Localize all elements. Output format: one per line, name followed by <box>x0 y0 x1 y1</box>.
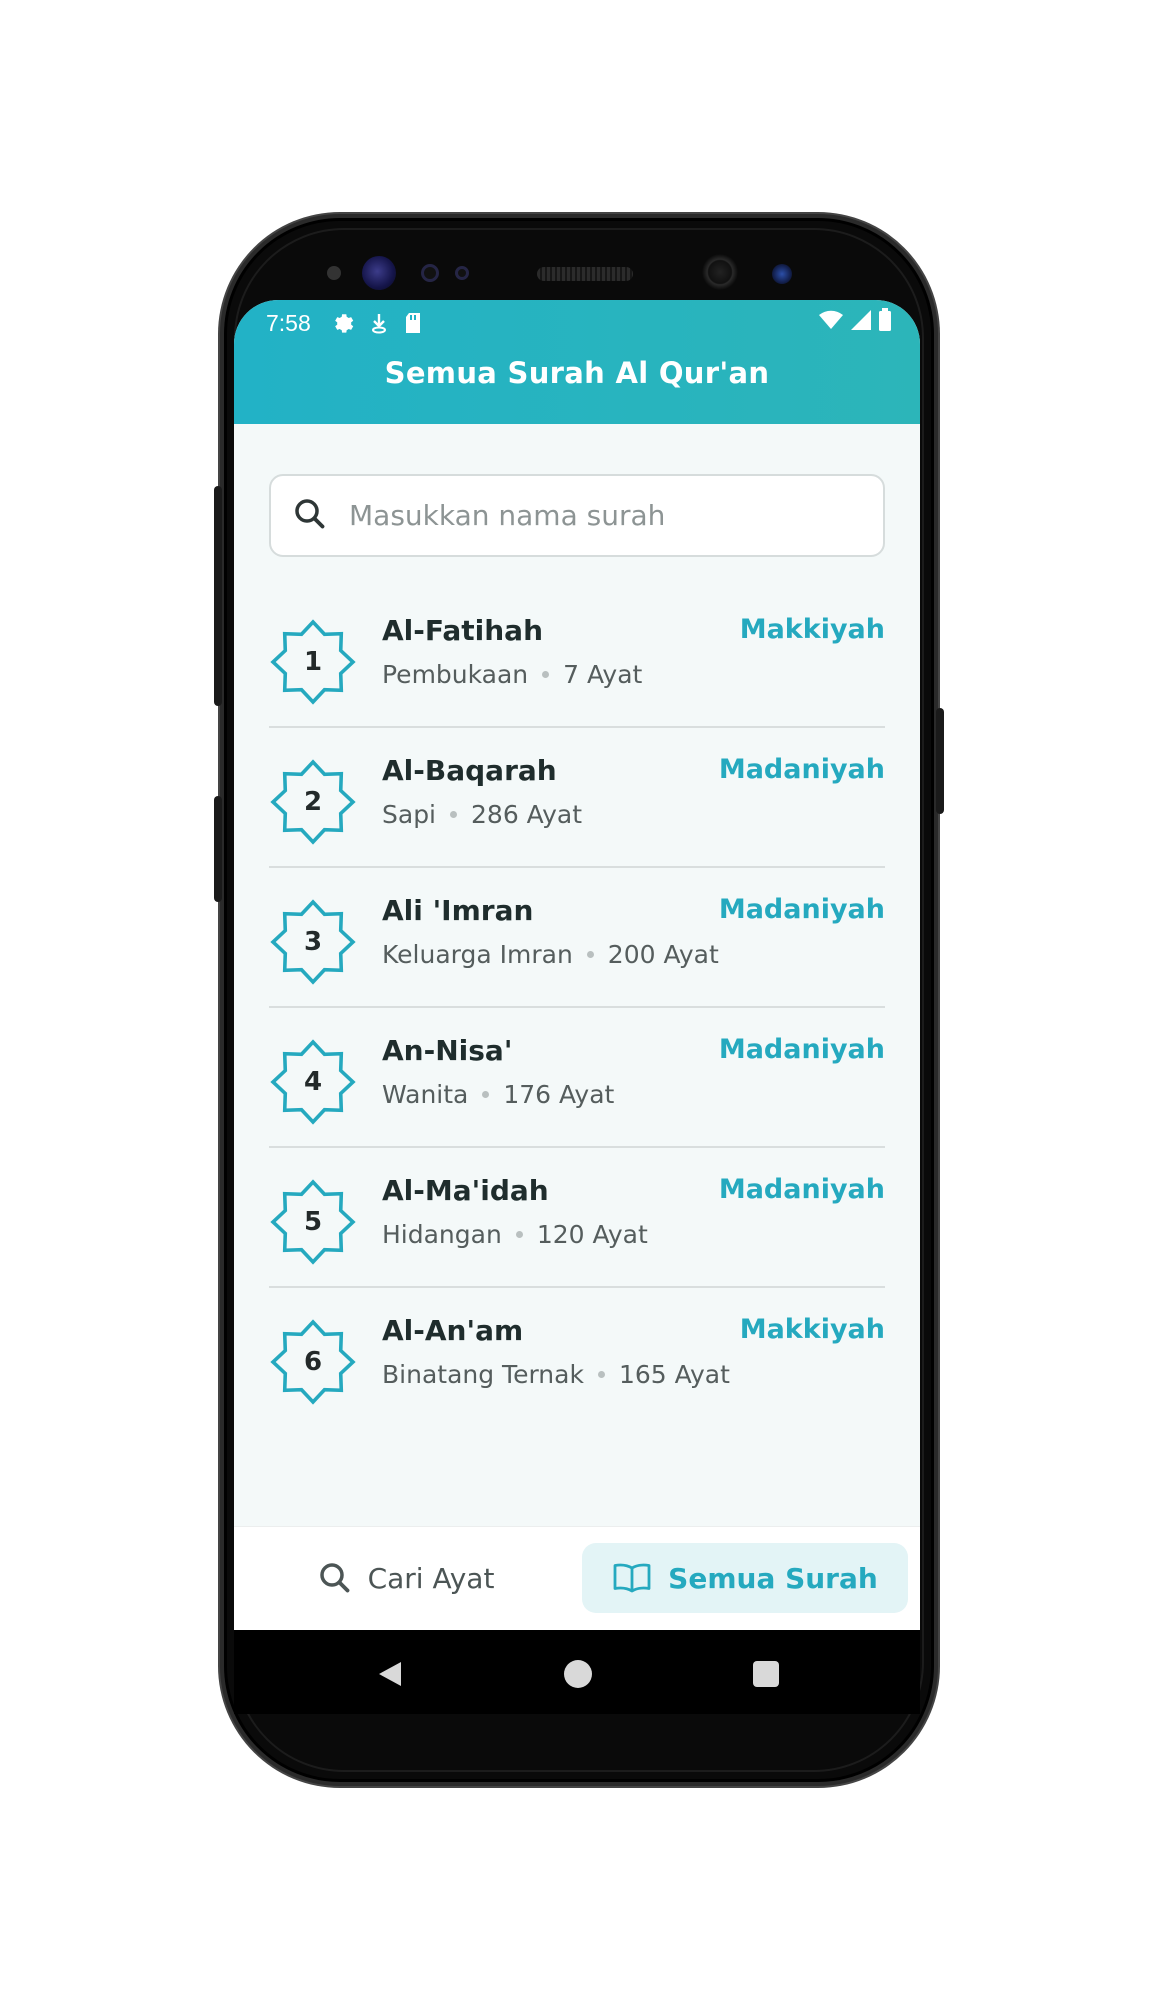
surah-name: Al-Ma'idah <box>382 1174 549 1207</box>
search-input[interactable] <box>347 498 867 533</box>
book-icon <box>612 1562 652 1594</box>
surah-name: Al-An'am <box>382 1314 524 1347</box>
wifi-icon <box>818 309 844 337</box>
surah-list-item[interactable]: 1 Al-Fatihah Pembukaan 7 Ayat Makkiyah <box>269 588 885 728</box>
surah-revelation-type: Makkiyah <box>739 614 885 645</box>
search-icon <box>318 1561 352 1595</box>
surah-ayat-count: 286 Ayat <box>471 800 583 829</box>
bottom-navigation: Cari Ayat Semua Surah <box>234 1526 920 1630</box>
nav-semua-surah-label: Semua Surah <box>668 1561 878 1595</box>
surah-name: Ali 'Imran <box>382 894 534 927</box>
app-header: 7:58 Semua Surah Al Qur'an <box>234 300 920 424</box>
star-number-badge: 1 <box>269 618 357 706</box>
surah-revelation-type: Madaniyah <box>718 1034 885 1065</box>
battery-icon <box>878 308 892 338</box>
surah-meta: Pembukaan 7 Ayat <box>382 660 642 689</box>
surah-number: 4 <box>303 1067 323 1097</box>
star-number-badge: 3 <box>269 898 357 986</box>
home-icon[interactable] <box>564 1660 592 1688</box>
proximity-sensor <box>421 264 439 282</box>
separator-dot <box>542 671 550 678</box>
separator-dot <box>586 951 594 958</box>
separator-dot <box>482 1091 490 1098</box>
iris-camera <box>772 264 792 284</box>
status-bar: 7:58 <box>234 300 920 346</box>
front-camera <box>702 254 738 290</box>
surah-meta: Wanita 176 Ayat <box>382 1080 614 1109</box>
back-icon[interactable] <box>377 1660 403 1692</box>
surah-list-item[interactable]: 3 Ali 'Imran Keluarga Imran 200 Ayat Mad… <box>269 868 885 1008</box>
app-screen: 7:58 Semua Surah Al Qur'an Masukkan nama… <box>234 300 920 1630</box>
surah-number: 6 <box>303 1347 323 1377</box>
search-icon <box>293 497 327 535</box>
earpiece-speaker <box>537 267 633 281</box>
separator-dot <box>515 1231 523 1238</box>
iris-scanner <box>362 256 396 290</box>
separator-dot <box>597 1371 605 1378</box>
surah-meta: Hidangan 120 Ayat <box>382 1220 648 1249</box>
status-time: 7:58 <box>266 309 311 336</box>
sensor-dot <box>327 266 341 280</box>
surah-number: 3 <box>303 927 323 957</box>
nav-semua-surah[interactable]: Semua Surah <box>582 1543 908 1613</box>
surah-name: Al-Fatihah <box>382 614 544 647</box>
separator-dot <box>450 811 458 818</box>
power-button <box>936 708 944 814</box>
surah-list-item[interactable]: 6 Al-An'am Binatang Ternak 165 Ayat Makk… <box>269 1288 885 1418</box>
surah-meaning: Hidangan <box>382 1220 502 1249</box>
surah-revelation-type: Madaniyah <box>718 1174 885 1205</box>
system-navigation-bar <box>234 1630 920 1714</box>
surah-revelation-type: Makkiyah <box>739 1314 885 1345</box>
surah-meaning: Sapi <box>382 800 437 829</box>
light-sensor <box>455 266 469 280</box>
recents-icon[interactable] <box>753 1661 779 1687</box>
volume-up-button <box>214 486 222 706</box>
surah-name: An-Nisa' <box>382 1034 513 1067</box>
surah-meaning: Binatang Ternak <box>382 1360 584 1389</box>
surah-meaning: Wanita <box>382 1080 469 1109</box>
download-icon <box>369 311 389 335</box>
surah-name: Al-Baqarah <box>382 754 557 787</box>
surah-list-item[interactable]: 5 Al-Ma'idah Hidangan 120 Ayat Madaniyah <box>269 1148 885 1288</box>
surah-number: 1 <box>303 647 323 677</box>
surah-number: 2 <box>303 787 323 817</box>
surah-meta: Sapi 286 Ayat <box>382 800 582 829</box>
surah-ayat-count: 200 Ayat <box>607 940 719 969</box>
volume-down-button <box>214 796 222 902</box>
surah-meta: Binatang Ternak 165 Ayat <box>382 1360 730 1389</box>
surah-meaning: Keluarga Imran <box>382 940 573 969</box>
sd-card-icon <box>403 311 423 335</box>
surah-list-item[interactable]: 4 An-Nisa' Wanita 176 Ayat Madaniyah <box>269 1008 885 1148</box>
surah-ayat-count: 176 Ayat <box>503 1080 615 1109</box>
nav-cari-ayat-label: Cari Ayat <box>367 1561 495 1595</box>
surah-ayat-count: 165 Ayat <box>618 1360 730 1389</box>
surah-meta: Keluarga Imran 200 Ayat <box>382 940 719 969</box>
signal-icon <box>850 309 872 337</box>
surah-revelation-type: Madaniyah <box>718 754 885 785</box>
surah-number: 5 <box>303 1207 323 1237</box>
surah-list[interactable]: 1 Al-Fatihah Pembukaan 7 Ayat Makkiyah 2… <box>269 588 885 1418</box>
star-number-badge: 6 <box>269 1318 357 1406</box>
surah-ayat-count: 120 Ayat <box>536 1220 648 1249</box>
gear-icon <box>331 311 355 335</box>
star-number-badge: 4 <box>269 1038 357 1126</box>
surah-ayat-count: 7 Ayat <box>563 660 643 689</box>
surah-list-item[interactable]: 2 Al-Baqarah Sapi 286 Ayat Madaniyah <box>269 728 885 868</box>
page-title: Semua Surah Al Qur'an <box>384 356 770 390</box>
surah-revelation-type: Madaniyah <box>718 894 885 925</box>
star-number-badge: 2 <box>269 758 357 846</box>
nav-cari-ayat[interactable]: Cari Ayat <box>252 1543 560 1613</box>
surah-meaning: Pembukaan <box>382 660 529 689</box>
star-number-badge: 5 <box>269 1178 357 1266</box>
search-field[interactable] <box>269 474 885 557</box>
